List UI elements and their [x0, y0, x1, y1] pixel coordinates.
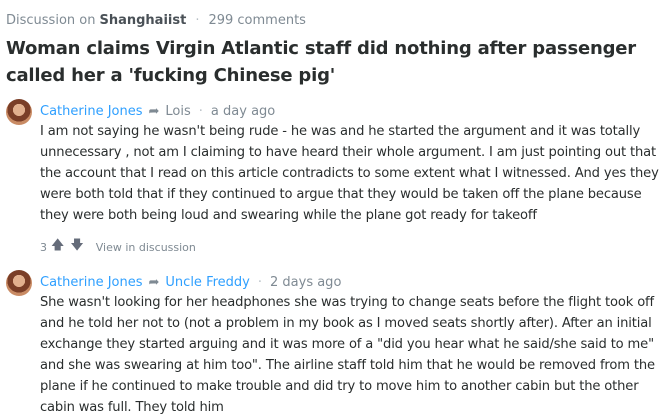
comment-meta: Catherine Jones ➦ Lois · a day ago [40, 102, 275, 120]
comment-text: She wasn't looking for her headphones sh… [40, 295, 655, 415]
reply-to-user[interactable]: Lois [165, 104, 190, 119]
separator-dot: · [195, 12, 200, 28]
comment-timestamp[interactable]: a day ago [211, 104, 275, 119]
comment-timestamp[interactable]: 2 days ago [270, 275, 341, 290]
article-title[interactable]: Woman claims Virgin Atlantic staff did n… [6, 35, 656, 89]
avatar[interactable] [6, 270, 32, 296]
reply-arrow-icon: ➦ [148, 103, 160, 119]
author-link[interactable]: Catherine Jones [40, 104, 143, 119]
comment-footer: 3 🡅 🡇 View in discussion [40, 236, 196, 258]
comment-text: I am not saying he wasn't being rude - h… [40, 124, 659, 223]
reply-arrow-icon: ➦ [148, 274, 160, 290]
avatar[interactable] [6, 99, 32, 125]
view-in-discussion-link[interactable]: View in discussion [96, 241, 196, 254]
downvote-icon[interactable]: 🡇 [70, 236, 83, 258]
discussion-prefix: Discussion on [6, 12, 96, 28]
vote-count: 3 [40, 240, 47, 254]
site-link[interactable]: Shanghaiist [99, 13, 186, 28]
comments-count[interactable]: 299 comments [208, 13, 305, 28]
discussion-header: Discussion on Shanghaiist · 299 comments [6, 10, 306, 30]
separator-dot: · [257, 274, 262, 290]
upvote-icon[interactable]: 🡅 [51, 236, 64, 258]
reply-to-user[interactable]: Uncle Freddy [165, 275, 249, 290]
comment: Catherine Jones ➦ Uncle Freddy · 2 days … [6, 270, 660, 415]
comment: Catherine Jones ➦ Lois · a day ago I am … [6, 99, 660, 259]
comment-meta: Catherine Jones ➦ Uncle Freddy · 2 days … [40, 273, 341, 291]
separator-dot: · [198, 103, 203, 119]
author-link[interactable]: Catherine Jones [40, 275, 143, 290]
